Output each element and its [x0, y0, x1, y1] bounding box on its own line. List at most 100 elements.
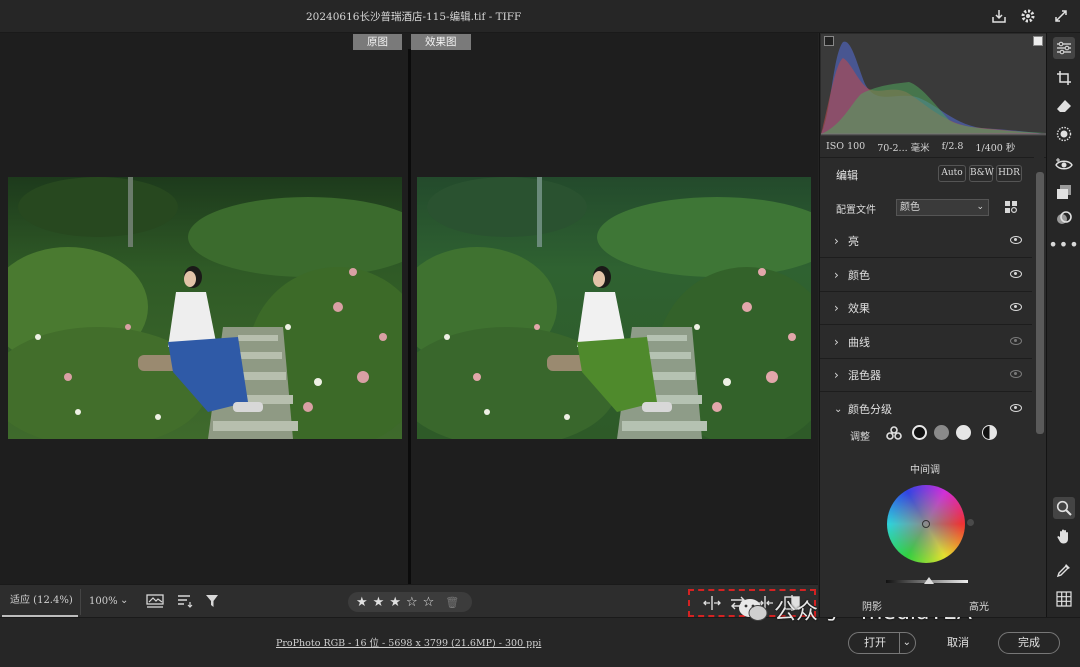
exif-shutter: 1/400 秒	[975, 142, 1016, 154]
highlight-clipping-icon[interactable]	[1033, 36, 1043, 46]
section-color-grading[interactable]: ⌄ 颜色分级	[820, 392, 1032, 426]
section-color[interactable]: › 颜色	[820, 258, 1032, 292]
save-download-icon[interactable]	[990, 7, 1008, 25]
luminance-slider[interactable]	[886, 577, 968, 584]
profile-select-value: 颜色	[900, 202, 920, 213]
star-outline-icon[interactable]: ☆	[423, 595, 435, 610]
cancel-button[interactable]: 取消	[930, 632, 986, 654]
crop-icon[interactable]	[1053, 67, 1075, 89]
open-button-label: 打开	[864, 636, 886, 649]
done-button[interactable]: 完成	[998, 632, 1060, 654]
section-light[interactable]: › 亮	[820, 224, 1032, 258]
chevron-right-icon: ›	[834, 233, 839, 248]
midtones-mode-icon[interactable]	[934, 425, 949, 440]
exif-iso: ISO 100	[826, 141, 866, 152]
eyedropper-icon[interactable]	[1053, 559, 1075, 581]
histogram	[821, 34, 1046, 136]
section-mixer[interactable]: › 混色器	[820, 358, 1032, 392]
after-photo	[417, 177, 811, 439]
shadow-clipping-icon[interactable]	[824, 36, 834, 46]
eye-icon[interactable]	[1010, 404, 1022, 412]
window-title: 20240616长沙普瑞酒店-115-编辑.tif - TIFF	[306, 11, 522, 23]
zoom-dropdown-chevron-icon[interactable]: ⌄	[120, 595, 128, 606]
star-icon[interactable]: ★	[373, 595, 385, 610]
section-curve[interactable]: › 曲线	[820, 325, 1032, 359]
profile-select[interactable]: 颜色 ⌄	[896, 199, 989, 216]
star-outline-icon[interactable]: ☆	[406, 595, 418, 610]
section-label: 效果	[848, 301, 870, 315]
mask-icon[interactable]	[1053, 123, 1075, 145]
filter-icon[interactable]	[205, 594, 221, 611]
eye-icon[interactable]	[1010, 236, 1022, 244]
chevron-right-icon: ›	[834, 267, 839, 282]
section-label: 颜色分级	[848, 403, 892, 416]
eraser-icon[interactable]	[1053, 95, 1075, 117]
camera-raw-window: 20240616长沙普瑞酒店-115-编辑.tif - TIFF 原图 效果图	[0, 0, 1080, 667]
global-mode-icon[interactable]	[982, 425, 997, 440]
adjust-label: 调整	[850, 432, 870, 443]
highlights-label: 高光	[969, 602, 989, 613]
edit-panel: ISO 100 70-2... 毫米 f/2.8 1/400 秒 编辑 Auto…	[819, 33, 1047, 617]
chevron-right-icon: ›	[834, 300, 839, 315]
eye-icon[interactable]	[1010, 337, 1022, 345]
compare-divider	[408, 49, 411, 584]
star-rating[interactable]: ★ ★ ★ ☆ ☆ 🗑	[348, 592, 472, 612]
scrollbar-thumb[interactable]	[1036, 172, 1044, 434]
title-bar: 20240616长沙普瑞酒店-115-编辑.tif - TIFF	[0, 0, 1080, 33]
edit-title: 编辑	[836, 169, 858, 182]
workflow-options-link[interactable]: ProPhoto RGB - 16 位 - 5698 x 3799 (21.6M…	[276, 635, 541, 649]
panel-scrollbar[interactable]	[1034, 156, 1044, 617]
chevron-right-icon: ›	[834, 334, 839, 349]
chevron-down-icon: ⌄	[976, 202, 984, 212]
trash-icon[interactable]: 🗑	[445, 596, 459, 609]
section-label: 亮	[848, 234, 859, 248]
snapshots-icon[interactable]	[1053, 207, 1075, 229]
more-icon[interactable]: •••	[1048, 233, 1078, 255]
fit-zoom-button[interactable]: 适应 (12.4%)	[2, 589, 78, 617]
eye-icon[interactable]	[1010, 270, 1022, 278]
auto-button[interactable]: Auto	[938, 165, 966, 182]
redeye-icon[interactable]	[1053, 153, 1075, 175]
zoom-icon[interactable]	[1053, 497, 1075, 519]
star-icon[interactable]: ★	[389, 595, 401, 610]
shadows-mode-icon[interactable]	[912, 425, 927, 440]
gear-icon[interactable]	[1019, 7, 1037, 25]
exif-focal: 70-2... 毫米	[877, 142, 930, 154]
grid-icon[interactable]	[1053, 588, 1075, 610]
fullscreen-icon[interactable]	[1052, 7, 1070, 25]
tool-strip: •••	[1046, 33, 1080, 617]
hdr-button[interactable]: HDR	[996, 165, 1022, 182]
open-button[interactable]: 打开 ⌄	[848, 632, 916, 654]
section-label: 混色器	[848, 368, 881, 382]
midtones-color-wheel[interactable]	[887, 485, 965, 563]
luminance-slider-thumb[interactable]	[924, 577, 934, 584]
wechat-logo-icon	[739, 599, 768, 621]
wheel-side-dot[interactable]	[967, 519, 974, 526]
three-way-icon[interactable]	[886, 426, 902, 443]
exif-aperture: f/2.8	[941, 141, 964, 152]
highlights-mode-icon[interactable]	[956, 425, 971, 440]
before-photo	[8, 177, 402, 439]
midtones-label: 中间调	[910, 465, 940, 476]
eye-icon[interactable]	[1010, 303, 1022, 311]
shadows-label: 阴影	[862, 602, 882, 613]
wheel-handle[interactable]	[922, 520, 930, 528]
edit-sliders-icon[interactable]	[1053, 37, 1075, 59]
open-dropdown-chevron-icon[interactable]: ⌄	[898, 633, 911, 653]
after-label: 效果图	[411, 34, 471, 50]
bw-button[interactable]: B&W	[969, 165, 994, 182]
sort-icon[interactable]	[177, 594, 193, 611]
before-label: 原图	[353, 34, 402, 50]
swap-view-icon[interactable]	[702, 595, 721, 611]
presets-icon[interactable]	[1053, 181, 1075, 203]
compare-viewer[interactable]: 原图 效果图	[0, 33, 818, 584]
filmstrip-icon[interactable]	[146, 594, 164, 611]
profile-browser-icon[interactable]	[1004, 200, 1018, 217]
eye-icon[interactable]	[1010, 370, 1022, 378]
bottom-toolbar: 适应 (12.4%) 100% ⌄ ★ ★ ★ ☆ ☆ 🗑	[0, 584, 818, 617]
chevron-right-icon: ›	[834, 367, 839, 382]
section-effects[interactable]: › 效果	[820, 291, 1032, 325]
star-icon[interactable]: ★	[356, 595, 368, 610]
hand-icon[interactable]	[1053, 525, 1075, 547]
section-label: 颜色	[848, 268, 870, 282]
